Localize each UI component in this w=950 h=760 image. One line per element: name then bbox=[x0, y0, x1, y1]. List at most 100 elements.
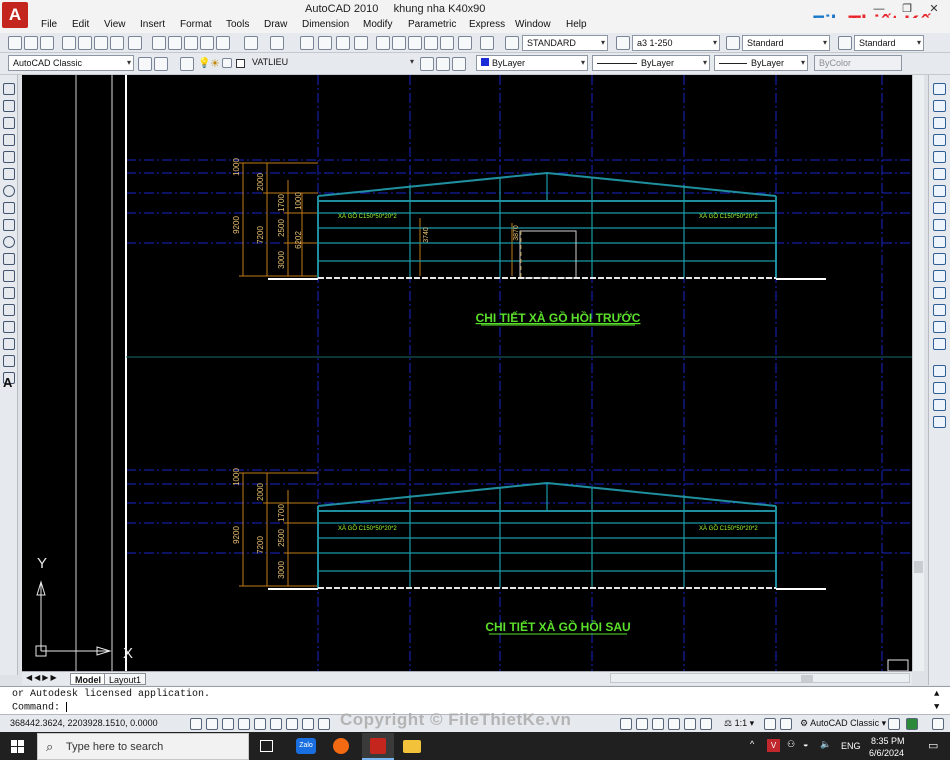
draworder-front-icon[interactable] bbox=[933, 382, 946, 394]
menu-edit[interactable]: Edit bbox=[72, 19, 89, 30]
plot-icon[interactable] bbox=[62, 36, 76, 50]
plotstyle-select[interactable]: ByColor bbox=[814, 55, 902, 71]
ellipse-icon[interactable] bbox=[3, 236, 15, 248]
make-current-layer-icon[interactable] bbox=[420, 57, 434, 71]
preview-icon[interactable] bbox=[78, 36, 92, 50]
properties-icon[interactable] bbox=[376, 36, 390, 50]
undo-icon[interactable] bbox=[244, 36, 258, 50]
publish-icon[interactable] bbox=[94, 36, 108, 50]
layer-previous-icon[interactable] bbox=[436, 57, 450, 71]
auto-scale-icon[interactable] bbox=[780, 718, 792, 730]
workspace-settings-icon[interactable] bbox=[138, 57, 152, 71]
notifications-icon[interactable]: ▭ bbox=[928, 739, 938, 752]
gradient-icon[interactable] bbox=[3, 338, 15, 350]
join-icon[interactable] bbox=[933, 304, 946, 316]
layer-states-icon[interactable] bbox=[452, 57, 466, 71]
dyn-icon[interactable] bbox=[302, 718, 314, 730]
mirror-icon[interactable] bbox=[933, 117, 946, 129]
zoom-previous-icon[interactable] bbox=[354, 36, 368, 50]
table-style-icon[interactable] bbox=[726, 36, 740, 50]
zoom-window-icon[interactable] bbox=[336, 36, 350, 50]
trim-icon[interactable] bbox=[933, 236, 946, 248]
menu-view[interactable]: View bbox=[104, 19, 126, 30]
calculator-icon[interactable] bbox=[458, 36, 472, 50]
task-view-icon[interactable] bbox=[260, 740, 273, 752]
menu-format[interactable]: Format bbox=[180, 19, 212, 30]
autocad-logo-icon[interactable]: A bbox=[2, 2, 28, 28]
menu-help[interactable]: Help bbox=[566, 19, 587, 30]
pan-status-icon[interactable] bbox=[668, 718, 680, 730]
taskbar-search-box[interactable]: ⌕ Type here to search bbox=[37, 733, 249, 760]
copy-icon[interactable] bbox=[168, 36, 182, 50]
break-icon[interactable] bbox=[933, 287, 946, 299]
table-style-select[interactable]: Standard ▾ bbox=[742, 35, 830, 51]
snap-icon[interactable] bbox=[190, 718, 202, 730]
insert-block-icon[interactable] bbox=[3, 270, 15, 282]
rotate-icon[interactable] bbox=[933, 185, 946, 197]
line-icon[interactable] bbox=[3, 83, 15, 95]
language-indicator[interactable]: ENG bbox=[841, 741, 861, 751]
menu-modify[interactable]: Modify bbox=[363, 19, 392, 30]
erase-icon[interactable] bbox=[933, 83, 946, 95]
layer-on-icon[interactable]: 💡 bbox=[198, 58, 210, 69]
hardware-acceleration-icon[interactable] bbox=[906, 718, 918, 730]
offset-icon[interactable] bbox=[933, 134, 946, 146]
multiline-text-icon[interactable]: A bbox=[3, 375, 12, 390]
quick-view-drawings-icon[interactable] bbox=[652, 718, 664, 730]
lock-ui-icon[interactable] bbox=[888, 718, 900, 730]
clock-date[interactable]: 6/6/2024 bbox=[869, 748, 904, 758]
draworder-back-icon[interactable] bbox=[933, 399, 946, 411]
menu-parametric[interactable]: Parametric bbox=[408, 19, 456, 30]
circle-icon[interactable] bbox=[3, 185, 15, 197]
text-style-select[interactable]: STANDARD ▾ bbox=[522, 35, 608, 51]
3d-dwf-icon[interactable] bbox=[110, 36, 124, 50]
copy-object-icon[interactable] bbox=[933, 100, 946, 112]
region-icon[interactable] bbox=[3, 355, 15, 367]
layer-manager-icon[interactable] bbox=[180, 57, 194, 71]
scale-icon[interactable] bbox=[933, 202, 946, 214]
antivirus-icon[interactable]: V bbox=[767, 739, 780, 752]
menu-insert[interactable]: Insert bbox=[140, 19, 165, 30]
menu-draw[interactable]: Draw bbox=[264, 19, 287, 30]
ducs-icon[interactable] bbox=[286, 718, 298, 730]
save-icon[interactable] bbox=[40, 36, 54, 50]
point-icon[interactable] bbox=[3, 304, 15, 316]
tray-app-icon[interactable]: ⚇ bbox=[787, 739, 795, 750]
menu-window[interactable]: Window bbox=[515, 19, 551, 30]
zalo-icon[interactable]: Zalo bbox=[296, 738, 316, 754]
clean-screen-icon[interactable] bbox=[932, 718, 944, 730]
open-icon[interactable] bbox=[24, 36, 38, 50]
drawing-canvas[interactable]: 9200 2000 7200 1000 1700 2500 3000 6202 … bbox=[22, 75, 912, 671]
otrack-icon[interactable] bbox=[270, 718, 282, 730]
spline-icon[interactable] bbox=[3, 219, 15, 231]
dimension-style-select[interactable]: a3 1-250 ▾ bbox=[632, 35, 720, 51]
firefox-icon[interactable] bbox=[333, 738, 349, 754]
layer-select[interactable]: VATLIEU ▾ bbox=[248, 55, 416, 71]
windows-start-icon[interactable] bbox=[11, 740, 24, 753]
match-properties-icon[interactable] bbox=[200, 36, 214, 50]
text-style-icon[interactable] bbox=[505, 36, 519, 50]
make-block-icon[interactable] bbox=[3, 287, 15, 299]
tray-expand-icon[interactable]: ^ bbox=[750, 739, 754, 749]
draworder-above-icon[interactable] bbox=[933, 416, 946, 428]
quick-view-layouts-icon[interactable] bbox=[636, 718, 648, 730]
polygon-icon[interactable] bbox=[3, 134, 15, 146]
break-at-point-icon[interactable] bbox=[933, 270, 946, 282]
lineweight-select[interactable]: ByLayer ▾ bbox=[714, 55, 808, 71]
multileader-style-select[interactable]: Standard ▾ bbox=[854, 35, 924, 51]
steering-wheel-icon[interactable] bbox=[700, 718, 712, 730]
workspace-save-icon[interactable] bbox=[154, 57, 168, 71]
construction-line-icon[interactable] bbox=[3, 100, 15, 112]
workspace-select[interactable]: AutoCAD Classic ▾ bbox=[8, 55, 134, 71]
grid-icon[interactable] bbox=[206, 718, 218, 730]
color-select[interactable]: ByLayer ▾ bbox=[476, 55, 588, 71]
array-icon[interactable] bbox=[933, 151, 946, 163]
tool-palettes-icon[interactable] bbox=[408, 36, 422, 50]
polyline-icon[interactable] bbox=[3, 117, 15, 129]
zoom-status-icon[interactable] bbox=[684, 718, 696, 730]
menu-file[interactable]: File bbox=[41, 19, 57, 30]
design-center-icon[interactable] bbox=[392, 36, 406, 50]
sheet-set-icon[interactable] bbox=[424, 36, 438, 50]
annotation-visibility-icon[interactable] bbox=[764, 718, 776, 730]
command-scroll-down-icon[interactable]: ▼ bbox=[934, 702, 939, 712]
